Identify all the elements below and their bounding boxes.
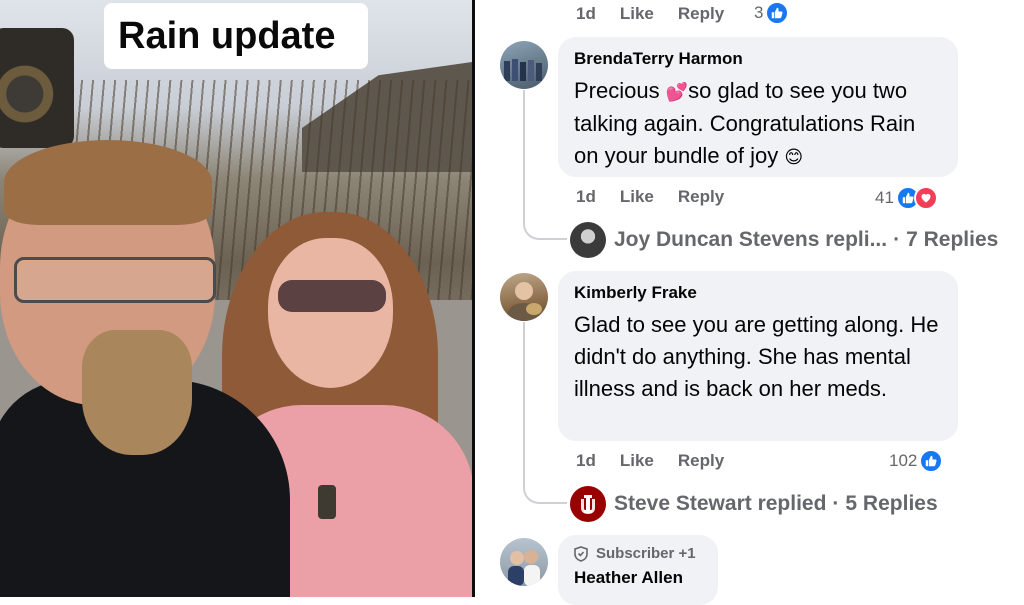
timestamp[interactable]: 1d — [576, 451, 596, 471]
like-button[interactable]: Like — [620, 4, 654, 24]
man-beard — [82, 330, 192, 455]
comment-text-part: Precious — [574, 78, 660, 103]
badge-label: Subscriber +1 — [596, 545, 696, 562]
person-with-dog-icon — [508, 282, 542, 321]
thumbs-up-icon — [919, 449, 944, 473]
comment-text: Precious 💕so glad to see you two talking… — [574, 75, 942, 173]
man-glasses — [14, 257, 216, 303]
avatar[interactable] — [500, 41, 548, 89]
prev-comment-actions: 1d Like Reply — [576, 4, 748, 24]
thread-connector — [523, 218, 567, 240]
group-photo-icon — [504, 59, 542, 81]
comment-bubble: Subscriber +1 Heather Allen — [558, 535, 718, 605]
comment-text: Glad to see you are getting along. He di… — [574, 312, 939, 401]
subscriber-badge: Subscriber +1 — [574, 545, 702, 562]
separator-dot: · — [832, 492, 840, 515]
reply-button[interactable]: Reply — [678, 451, 724, 471]
woman-sunglasses — [278, 280, 386, 312]
replies-count: 7 Replies — [906, 228, 999, 251]
comment-author[interactable]: Heather Allen — [574, 568, 702, 588]
post-photo[interactable]: Rain update — [0, 0, 472, 597]
comment-reactions[interactable]: 41 — [875, 186, 938, 210]
reply-button[interactable]: Reply — [678, 187, 724, 207]
two-hearts-emoji: 💕 — [665, 82, 689, 102]
timestamp[interactable]: 1d — [576, 4, 596, 24]
thumbs-up-icon — [765, 1, 790, 25]
comment-actions: 1d Like Reply — [576, 187, 748, 207]
like-button[interactable]: Like — [620, 187, 654, 207]
comment-actions: 1d Like Reply — [576, 451, 748, 471]
comment-reactions[interactable]: 102 — [889, 449, 944, 473]
replies-count: 5 Replies — [845, 492, 938, 515]
heart-icon — [913, 186, 938, 210]
comment-author[interactable]: Kimberly Frake — [574, 283, 942, 303]
view-replies-link[interactable]: Steve Stewart replied · 5 Replies — [570, 486, 938, 522]
reaction-count: 102 — [889, 451, 918, 470]
comment-bubble: Kimberly Frake Glad to see you are getti… — [558, 271, 958, 441]
woman-face — [268, 238, 393, 388]
iu-logo-icon — [570, 486, 606, 522]
smiling-face-emoji: 😊 — [784, 147, 804, 167]
metal-sculpture — [0, 28, 74, 148]
panel-divider — [472, 0, 475, 597]
replies-author-text: Joy Duncan Stevens repli... — [614, 228, 888, 251]
reply-button[interactable]: Reply — [678, 4, 724, 24]
woman-pendant — [318, 485, 336, 519]
view-replies-link[interactable]: Joy Duncan Stevens repli... · 7 Replies — [570, 222, 998, 258]
comment-bubble: BrendaTerry Harmon Precious 💕so glad to … — [558, 37, 958, 177]
shield-icon — [574, 545, 588, 562]
reaction-count: 41 — [875, 188, 894, 207]
thread-connector — [523, 482, 567, 504]
avatar[interactable] — [500, 273, 548, 321]
like-button[interactable]: Like — [620, 451, 654, 471]
avatar[interactable] — [500, 538, 548, 586]
photo-caption: Rain update — [104, 3, 368, 69]
comment-author[interactable]: BrendaTerry Harmon — [574, 49, 942, 69]
replies-author-text: Steve Stewart replied — [614, 492, 827, 515]
prev-comment-reactions[interactable]: 3 — [754, 1, 790, 25]
man-hair — [4, 140, 212, 225]
couple-photo-icon — [508, 550, 540, 586]
separator-dot: · — [893, 228, 901, 251]
thread-line — [523, 90, 525, 220]
thread-line — [523, 322, 525, 484]
avatar — [570, 222, 606, 258]
timestamp[interactable]: 1d — [576, 187, 596, 207]
reaction-count: 3 — [754, 3, 764, 22]
